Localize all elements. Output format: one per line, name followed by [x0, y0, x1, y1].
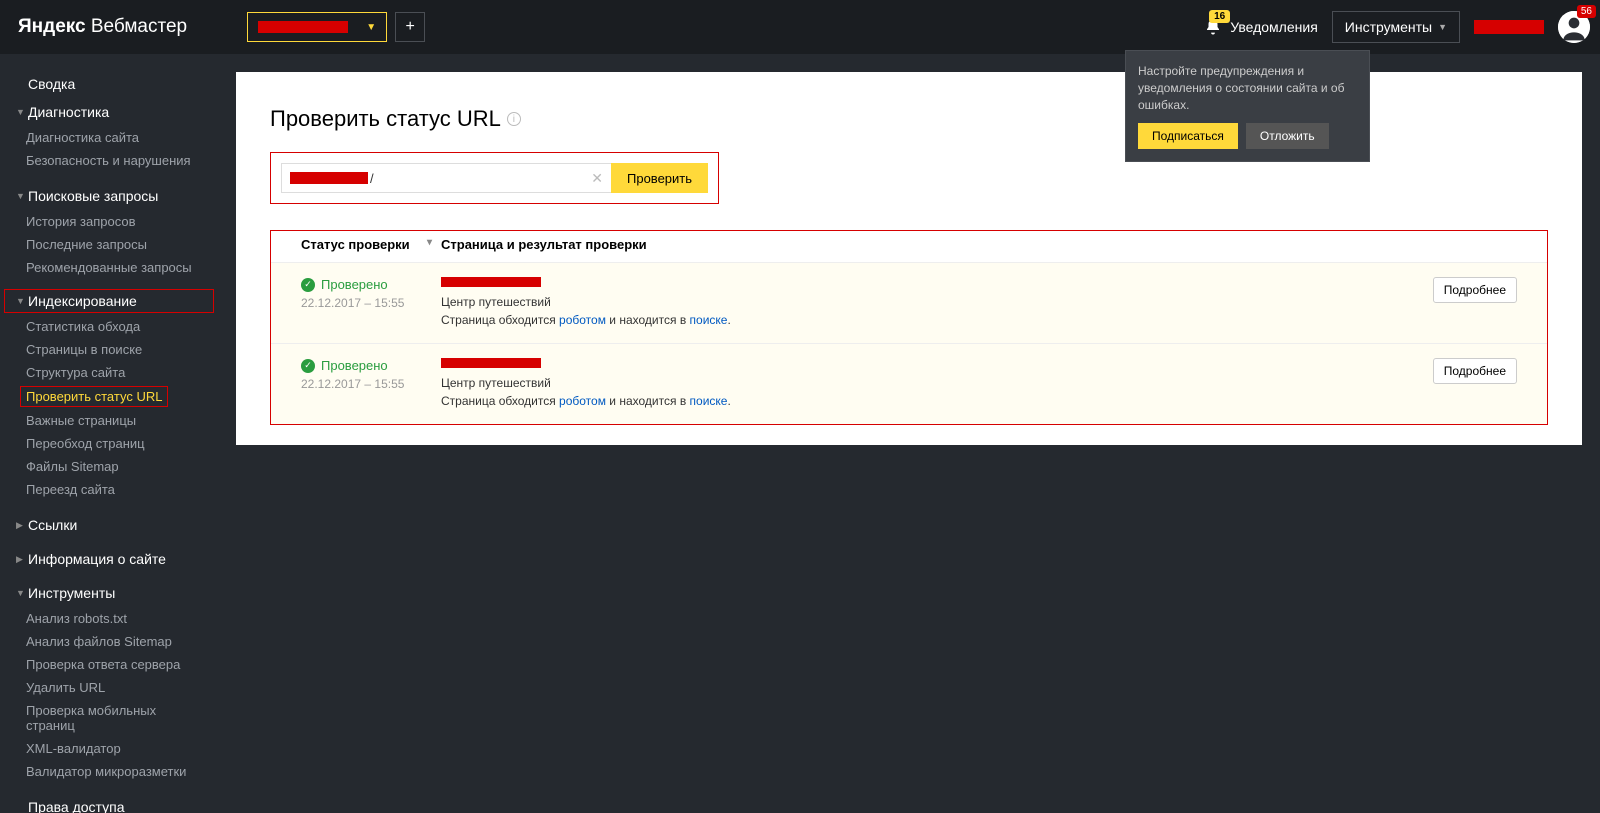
tools-dropdown[interactable]: Инструменты ▼	[1332, 11, 1460, 43]
page-description: Центр путешествий	[441, 376, 1427, 390]
search-link[interactable]: поиске	[690, 313, 728, 327]
notif-label: Уведомления	[1230, 19, 1318, 35]
sidebar-diagnostics[interactable]: ▼Диагностика	[0, 98, 218, 126]
caret-right-icon: ▶	[16, 520, 26, 531]
username-redacted	[1474, 20, 1544, 34]
page-info: Страница обходится роботом и находится в…	[441, 394, 1427, 408]
sidebar-check-url-highlighted: Проверить статус URL	[20, 386, 168, 407]
check-circle-icon: ✓	[301, 278, 315, 292]
sidebar-tools-delete-url[interactable]: Удалить URL	[0, 676, 218, 699]
page-url-redacted	[441, 358, 541, 368]
sidebar-tools-micro[interactable]: Валидатор микроразметки	[0, 760, 218, 783]
sidebar-check-url[interactable]: Проверить статус URL	[26, 389, 162, 404]
sidebar-index-recrawl[interactable]: Переобход страниц	[0, 432, 218, 455]
content-area: Проверить статус URL i / ✕ Проверить	[218, 54, 1600, 813]
status-badge: ✓ Проверено	[301, 358, 441, 373]
sidebar-indexing-highlighted: ▼Индексирование	[4, 289, 214, 313]
details-button[interactable]: Подробнее	[1433, 277, 1517, 303]
site-name-redacted	[258, 21, 348, 33]
sidebar-tools-server[interactable]: Проверка ответа сервера	[0, 653, 218, 676]
url-check-box: / ✕ Проверить	[270, 152, 719, 204]
logo-brand: Яндекс	[18, 16, 86, 37]
popup-text: Настройте предупреждения и уведомления о…	[1138, 63, 1357, 113]
caret-down-icon: ▼	[16, 296, 26, 306]
table-row: ✓ Проверено 22.12.2017 – 15:55 Центр пут…	[271, 263, 1547, 343]
sidebar-index-stats[interactable]: Статистика обхода	[0, 315, 218, 338]
url-redacted	[290, 172, 368, 184]
main-panel: Проверить статус URL i / ✕ Проверить	[236, 72, 1582, 445]
sidebar-index-important[interactable]: Важные страницы	[0, 409, 218, 432]
sidebar-tools-robots[interactable]: Анализ robots.txt	[0, 607, 218, 630]
table-row: ✓ Проверено 22.12.2017 – 15:55 Центр пут…	[271, 343, 1547, 424]
sidebar-search-history[interactable]: История запросов	[0, 210, 218, 233]
add-site-button[interactable]: +	[395, 12, 425, 42]
notifications-button[interactable]: 16 Уведомления	[1204, 18, 1318, 36]
search-link[interactable]: поиске	[690, 394, 728, 408]
col-status[interactable]: Статус проверки	[301, 237, 441, 252]
url-input[interactable]: / ✕	[281, 163, 611, 193]
sidebar-index-structure[interactable]: Структура сайта	[0, 361, 218, 384]
sidebar-indexing[interactable]: ▼Индексирование	[16, 293, 202, 309]
check-circle-icon: ✓	[301, 359, 315, 373]
header: Яндекс Вебмастер ▼ + 16 Уведомления Инст…	[0, 0, 1600, 54]
sidebar-tools-mobile[interactable]: Проверка мобильных страниц	[0, 699, 218, 737]
sidebar-index-sitemap[interactable]: Файлы Sitemap	[0, 455, 218, 478]
sidebar-summary[interactable]: Сводка	[0, 70, 218, 98]
status-badge: ✓ Проверено	[301, 277, 441, 292]
notification-popup: Настройте предупреждения и уведомления о…	[1125, 50, 1370, 162]
col-page[interactable]: ▾ Страница и результат проверки	[441, 237, 1517, 252]
site-select-dropdown[interactable]: ▼	[247, 12, 387, 42]
logo[interactable]: Яндекс Вебмастер	[18, 16, 187, 38]
clear-icon[interactable]: ✕	[591, 170, 603, 187]
bell-icon: 16	[1204, 18, 1222, 36]
status-date: 22.12.2017 – 15:55	[301, 377, 441, 391]
sidebar-index-pages[interactable]: Страницы в поиске	[0, 338, 218, 361]
page-description: Центр путешествий	[441, 295, 1427, 309]
sidebar-tools[interactable]: ▼Инструменты	[0, 579, 218, 607]
sidebar-links[interactable]: ▶Ссылки	[0, 511, 218, 539]
tools-label: Инструменты	[1345, 19, 1432, 35]
later-button[interactable]: Отложить	[1246, 123, 1329, 149]
sidebar-search-recommended[interactable]: Рекомендованные запросы	[0, 256, 218, 279]
avatar-badge: 56	[1577, 5, 1596, 18]
check-button[interactable]: Проверить	[611, 163, 708, 193]
notif-badge: 16	[1209, 10, 1230, 23]
sidebar-search-latest[interactable]: Последние запросы	[0, 233, 218, 256]
sidebar-index-move[interactable]: Переезд сайта	[0, 478, 218, 501]
sort-icon: ▾	[427, 237, 432, 248]
sidebar-tools-sitemap[interactable]: Анализ файлов Sitemap	[0, 630, 218, 653]
chevron-down-icon: ▼	[366, 22, 376, 33]
status-date: 22.12.2017 – 15:55	[301, 296, 441, 310]
sidebar-access[interactable]: Права доступа	[0, 793, 218, 813]
logo-product: Вебмастер	[91, 16, 187, 37]
page-info: Страница обходится роботом и находится в…	[441, 313, 1427, 327]
sidebar-search-queries[interactable]: ▼Поисковые запросы	[0, 182, 218, 210]
robot-link[interactable]: роботом	[559, 394, 606, 408]
subscribe-button[interactable]: Подписаться	[1138, 123, 1238, 149]
sidebar-site-info[interactable]: ▶Информация о сайте	[0, 545, 218, 573]
url-tail: /	[370, 171, 374, 186]
sidebar-diag-security[interactable]: Безопасность и нарушения	[0, 149, 218, 172]
results-table: Статус проверки ▾ Страница и результат п…	[270, 230, 1548, 425]
sidebar-tools-xml[interactable]: XML-валидатор	[0, 737, 218, 760]
site-selector: ▼ +	[247, 12, 425, 42]
sidebar: Сводка ▼Диагностика Диагностика сайта Бе…	[0, 54, 218, 813]
caret-down-icon: ▼	[16, 588, 26, 598]
page-url-redacted	[441, 277, 541, 287]
header-right: 16 Уведомления Инструменты ▼ 56	[1204, 11, 1590, 43]
caret-right-icon: ▶	[16, 554, 26, 565]
info-icon[interactable]: i	[507, 112, 521, 126]
avatar[interactable]: 56	[1558, 11, 1590, 43]
caret-down-icon: ▼	[16, 191, 26, 201]
chevron-down-icon: ▼	[1438, 22, 1447, 32]
details-button[interactable]: Подробнее	[1433, 358, 1517, 384]
robot-link[interactable]: роботом	[559, 313, 606, 327]
caret-down-icon: ▼	[16, 107, 26, 117]
sidebar-diag-site[interactable]: Диагностика сайта	[0, 126, 218, 149]
results-header: Статус проверки ▾ Страница и результат п…	[271, 231, 1547, 263]
